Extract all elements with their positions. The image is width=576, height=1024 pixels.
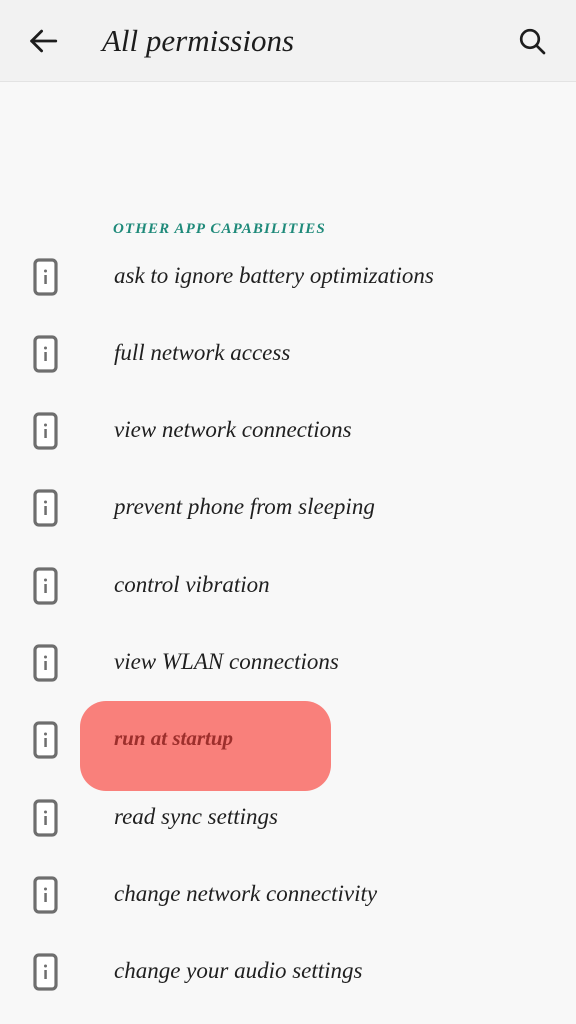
- back-button[interactable]: [12, 10, 74, 72]
- info-phone-icon: [33, 953, 58, 991]
- permission-row[interactable]: read sync settings: [0, 785, 576, 857]
- permission-row[interactable]: change network connectivity: [0, 862, 576, 934]
- info-phone-icon: [33, 799, 58, 837]
- permission-row[interactable]: view WLAN connections: [0, 630, 576, 702]
- permission-label: control vibration: [114, 572, 270, 597]
- permission-row[interactable]: Directly download files without displayi…: [0, 1016, 576, 1024]
- permission-row[interactable]: ask to ignore battery optimizations: [0, 244, 576, 316]
- permission-row[interactable]: view network connections: [0, 398, 576, 470]
- permission-row[interactable]: change your audio settings: [0, 939, 576, 1011]
- permission-label: prevent phone from sleeping: [114, 494, 375, 519]
- permission-label: view WLAN connections: [114, 649, 339, 674]
- permission-label: run at startup: [114, 726, 234, 750]
- permission-row[interactable]: control vibration: [0, 553, 576, 625]
- permissions-list[interactable]: OTHER APP CAPABILITIES ask to ignore bat…: [0, 82, 576, 1024]
- permission-row[interactable]: run at startup: [0, 701, 576, 791]
- search-icon: [516, 25, 548, 57]
- page-title: All permissions: [102, 23, 295, 58]
- info-phone-icon: [33, 721, 58, 759]
- permission-label: change network connectivity: [114, 881, 378, 906]
- section-header-other-app-capabilities: OTHER APP CAPABILITIES: [113, 221, 326, 237]
- permission-label: ask to ignore battery optimizations: [114, 263, 434, 288]
- permission-label: read sync settings: [114, 804, 278, 829]
- app-bar: All permissions: [0, 0, 576, 82]
- arrow-left-icon: [26, 24, 60, 58]
- permission-label: change your audio settings: [114, 958, 363, 983]
- permission-label: view network connections: [114, 417, 352, 442]
- search-button[interactable]: [502, 11, 562, 71]
- permission-row[interactable]: full network access: [0, 321, 576, 393]
- info-phone-icon: [33, 567, 58, 605]
- info-phone-icon: [33, 876, 58, 914]
- info-phone-icon: [33, 644, 58, 682]
- info-phone-icon: [33, 335, 58, 373]
- permission-row[interactable]: prevent phone from sleeping: [0, 475, 576, 547]
- info-phone-icon: [33, 412, 58, 450]
- permission-label: full network access: [114, 340, 291, 365]
- info-phone-icon: [33, 489, 58, 527]
- info-phone-icon: [33, 258, 58, 296]
